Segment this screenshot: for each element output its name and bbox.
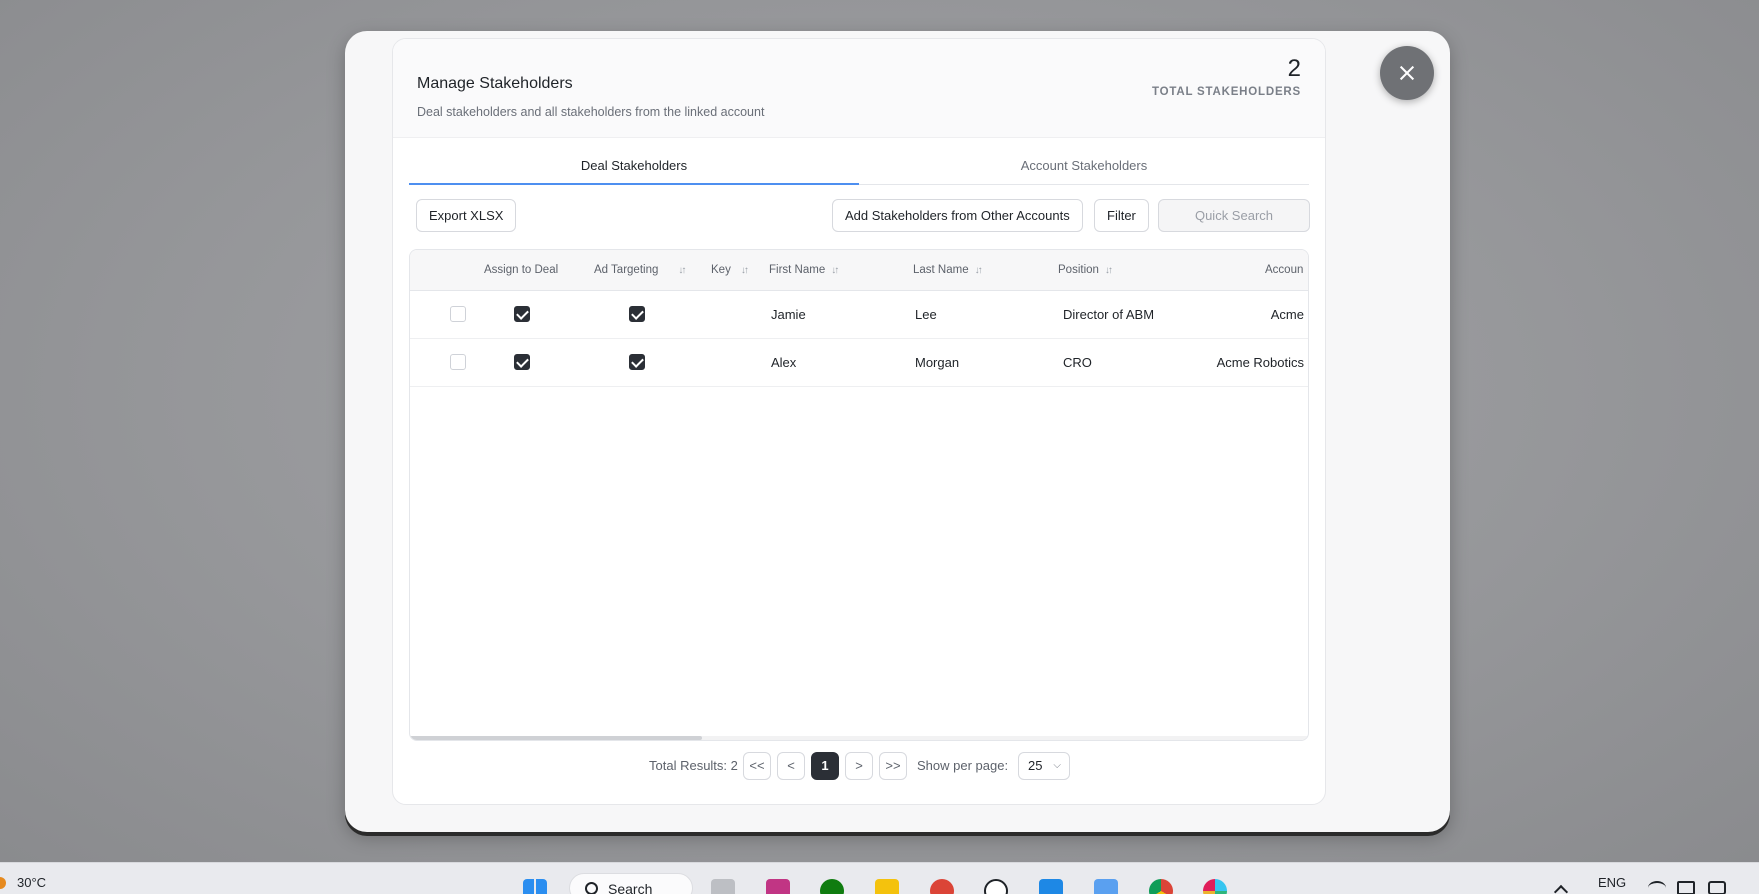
ad-targeting-checkbox[interactable] (629, 306, 645, 322)
first-name-cell: Jamie (771, 307, 806, 322)
column-label: Assign to Deal (484, 264, 559, 276)
column-account[interactable]: Accoun (1265, 250, 1303, 291)
weather-temperature[interactable]: 30°C (17, 875, 46, 890)
ad-targeting-checkbox[interactable] (629, 354, 645, 370)
page-1-button[interactable]: 1 (811, 752, 839, 780)
account-cell: Acme Robotics (1216, 355, 1304, 370)
sort-icon[interactable]: ↓↑ (831, 251, 839, 291)
modal-subtitle: Deal stakeholders and all stakeholders f… (417, 105, 765, 119)
sort-icon[interactable]: ↓↑ (678, 251, 686, 291)
last-page-button[interactable]: >> (879, 752, 907, 780)
row-select-checkbox[interactable] (450, 354, 466, 370)
language-indicator[interactable]: ENG (1598, 875, 1626, 890)
account-cell: Acme (1270, 307, 1304, 322)
wifi-icon[interactable] (1648, 881, 1666, 894)
total-stakeholders-count: 2 (1287, 55, 1301, 82)
last-name-cell: Morgan (915, 355, 960, 370)
chevron-up-icon[interactable] (1553, 884, 1569, 894)
chevron-down-icon: ⌵ (1053, 760, 1061, 771)
modal-title: Manage Stakeholders (417, 75, 573, 92)
modal-header: Manage Stakeholders Deal stakeholders an… (393, 39, 1325, 138)
task-view-icon[interactable] (711, 879, 735, 894)
column-label: Accoun (1265, 264, 1304, 276)
sort-icon[interactable]: ↓↑ (1105, 251, 1113, 291)
filter-button[interactable]: Filter (1094, 199, 1149, 232)
stakeholders-modal: Manage Stakeholders Deal stakeholders an… (345, 31, 1450, 832)
table-row[interactable]: Jamie Lee Director of ABM Acme (410, 291, 1308, 339)
last-name-cell: Lee (915, 307, 937, 322)
total-stakeholders-label: TOTAL STAKEHOLDERS (1152, 86, 1301, 98)
pagination: Total Results: 2 << < 1 > >> Show per pa… (393, 751, 1325, 781)
chrome-icon[interactable] (1149, 879, 1173, 894)
tab-account-stakeholders[interactable]: Account Stakeholders (859, 151, 1309, 185)
column-label: Key (711, 264, 731, 276)
weather-icon[interactable] (0, 877, 6, 889)
chatgpt-icon[interactable] (984, 879, 1008, 894)
column-ad-targeting[interactable]: Ad Targeting ↓↑ (594, 250, 686, 291)
sticky-notes-icon[interactable] (875, 879, 899, 894)
taskbar-search[interactable]: Search (569, 873, 693, 894)
volume-icon[interactable] (1677, 881, 1695, 894)
table-row[interactable]: Alex Morgan CRO Acme Robotics (410, 339, 1308, 387)
stakeholders-card: Manage Stakeholders Deal stakeholders an… (392, 38, 1326, 805)
sort-icon[interactable]: ↓↑ (741, 251, 749, 291)
position-cell: Director of ABM (1063, 307, 1155, 322)
column-first-name[interactable]: First Name ↓↑ (769, 250, 839, 291)
next-page-button[interactable]: > (845, 752, 873, 780)
search-icon (585, 882, 598, 894)
first-name-cell: Alex (771, 355, 797, 370)
column-label: Position (1058, 264, 1099, 276)
column-label: Last Name (913, 264, 969, 276)
add-stakeholders-button[interactable]: Add Stakeholders from Other Accounts (832, 199, 1083, 232)
windows-start-icon[interactable] (523, 879, 547, 894)
slack-icon[interactable] (1203, 879, 1227, 894)
taskbar-search-label: Search (608, 881, 653, 894)
export-xlsx-button[interactable]: Export XLSX (416, 199, 517, 232)
battery-icon[interactable] (1708, 881, 1726, 894)
sort-icon[interactable]: ↓↑ (975, 251, 983, 291)
column-key[interactable]: Key ↓↑ (711, 250, 749, 291)
close-icon[interactable] (1380, 46, 1434, 100)
column-label: Ad Targeting (594, 264, 659, 276)
per-page-value: 25 (1028, 758, 1043, 773)
row-select-checkbox[interactable] (450, 306, 466, 322)
column-last-name[interactable]: Last Name ↓↑ (913, 250, 983, 291)
assign-to-deal-checkbox[interactable] (514, 354, 530, 370)
vscode-icon[interactable] (1039, 879, 1063, 894)
instagram-icon[interactable] (766, 879, 790, 894)
quick-search-input[interactable] (1158, 199, 1310, 232)
column-position[interactable]: Position ↓↑ (1058, 250, 1113, 291)
tab-deal-stakeholders[interactable]: Deal Stakeholders (409, 151, 859, 185)
prev-page-button[interactable]: < (777, 752, 805, 780)
horizontal-scrollbar[interactable] (410, 736, 1308, 740)
per-page-select[interactable]: 25 ⌵ (1018, 752, 1070, 780)
notepad-icon[interactable] (1094, 879, 1118, 894)
stakeholder-tabs: Deal Stakeholders Account Stakeholders (409, 151, 1309, 185)
scrollbar-thumb[interactable] (410, 736, 702, 740)
per-page-label: Show per page: (917, 758, 1009, 773)
chrome-profile-icon[interactable] (930, 879, 954, 894)
xbox-icon[interactable] (820, 879, 844, 894)
assign-to-deal-checkbox[interactable] (514, 306, 530, 322)
column-assign-to-deal[interactable]: Assign to Deal (484, 250, 558, 291)
table-header: Assign to Deal Ad Targeting ↓↑ Key ↓↑ Firs… (410, 250, 1308, 291)
position-cell: CRO (1063, 355, 1092, 370)
first-page-button[interactable]: << (743, 752, 771, 780)
total-results: Total Results: 2 (649, 758, 738, 773)
taskbar: 30°C Search ENG (0, 862, 1759, 894)
column-label: First Name (769, 264, 826, 276)
stakeholders-table: Assign to Deal Ad Targeting ↓↑ Key ↓↑ Firs… (409, 249, 1309, 741)
